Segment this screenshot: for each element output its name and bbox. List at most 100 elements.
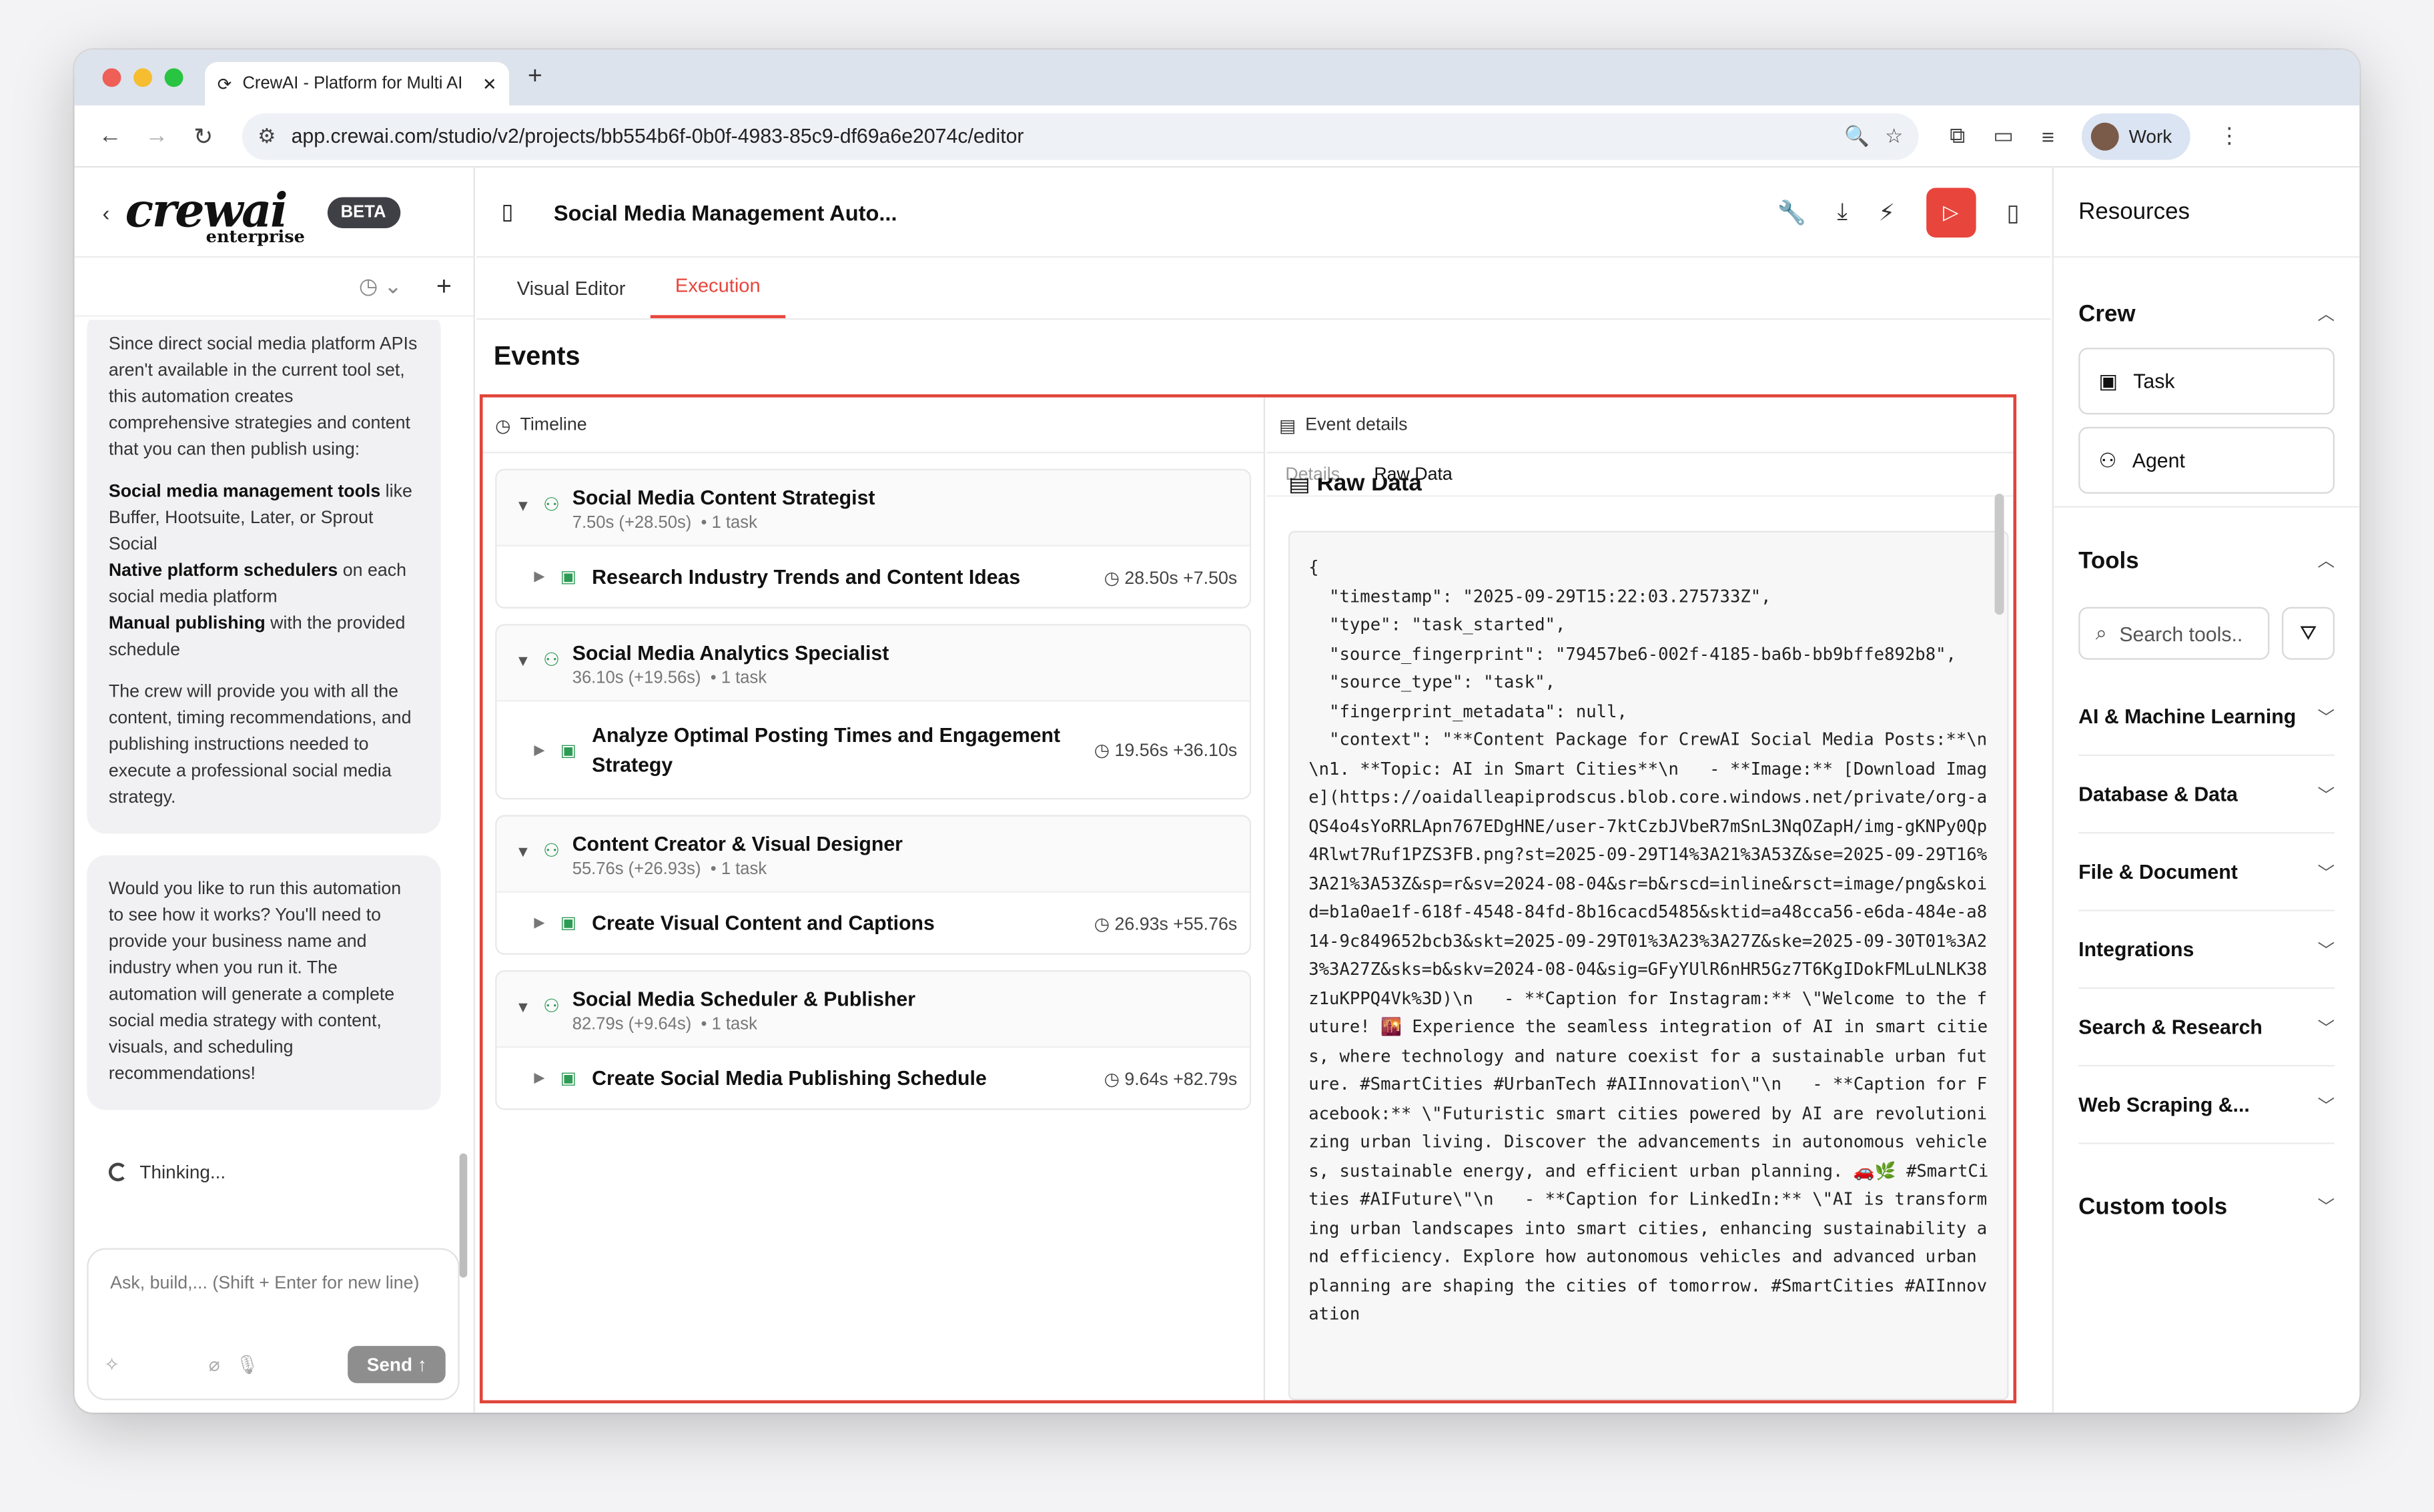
- assistant-message: Since direct social media platform APIs …: [87, 320, 441, 834]
- download-icon[interactable]: ⤓: [1838, 199, 1848, 226]
- agent-name: Social Media Content Strategist: [572, 486, 875, 510]
- history-icon[interactable]: ◷ ⌄: [359, 273, 402, 300]
- extensions-icon[interactable]: ⧉: [1950, 123, 1965, 149]
- reload-icon[interactable]: ↻: [180, 122, 227, 150]
- reading-list-icon[interactable]: ≡: [2042, 123, 2054, 148]
- zoom-icon[interactable]: 🔍: [1844, 123, 1870, 148]
- agent-card[interactable]: ⚇ Agent: [2078, 426, 2335, 494]
- message-text: Would you like to run this automation to…: [108, 880, 402, 1084]
- search-tools-input[interactable]: ⌕ Search tools..: [2078, 607, 2270, 660]
- task-time: ◷ 19.56s +36.10s: [1094, 742, 1238, 761]
- chevron-up-icon: ︿: [2317, 306, 2335, 325]
- sparkle-icon[interactable]: ✧: [104, 1354, 119, 1376]
- close-tab-icon[interactable]: ✕: [482, 74, 496, 94]
- expand-triangle-icon[interactable]: ▶: [534, 914, 544, 931]
- chevron-down-icon: ﹀: [2317, 1019, 2335, 1038]
- collapse-triangle-icon[interactable]: ▼: [515, 1000, 530, 1034]
- crew-section-header[interactable]: Crew ︿: [2054, 280, 2359, 348]
- agent-time: 36.10s (+19.56s): [572, 669, 701, 688]
- tool-category[interactable]: File & Document ﹀: [2078, 833, 2335, 911]
- filter-icon[interactable]: ⛛: [2281, 607, 2335, 660]
- chat-input[interactable]: Ask, build,... (Shift + Enter for new li…: [87, 1248, 460, 1401]
- agent-name: Social Media Scheduler & Publisher: [572, 987, 916, 1011]
- new-tab-icon[interactable]: +: [528, 63, 542, 91]
- tool-category[interactable]: Database & Data ﹀: [2078, 756, 2335, 834]
- profile-button[interactable]: Work: [2082, 112, 2191, 159]
- search-tools-placeholder: Search tools..: [2119, 621, 2243, 645]
- tool-category[interactable]: Search & Research ﹀: [2078, 989, 2335, 1067]
- clipboard-icon: ▣: [560, 914, 576, 933]
- message-bold: Social media management tools: [108, 482, 381, 502]
- lightning-icon[interactable]: ⚡: [1879, 198, 1896, 226]
- details-scrollbar[interactable]: [1994, 493, 2004, 615]
- chevron-down-icon: ﹀: [2317, 1096, 2335, 1116]
- timeline-agent[interactable]: ▼ ⚇ Social Media Analytics Specialist 36…: [495, 624, 1252, 800]
- raw-data-json[interactable]: { "timestamp": "2025-09-29T15:22:03.2757…: [1288, 530, 2009, 1401]
- collapse-triangle-icon[interactable]: ▼: [515, 845, 530, 879]
- send-button[interactable]: Send ↑: [348, 1346, 446, 1383]
- collapse-triangle-icon[interactable]: ▼: [515, 653, 530, 687]
- tab-visual-editor[interactable]: Visual Editor: [492, 278, 651, 318]
- site-info-icon[interactable]: ⚙: [258, 123, 276, 148]
- app-root: ‹ crewai enterprise BETA ◷ ⌄ + Since dir…: [74, 167, 2360, 1413]
- assistant-message: Would you like to run this automation to…: [87, 855, 441, 1110]
- browser-tab-title: CrewAI - Platform for Multi AI: [242, 74, 463, 93]
- browser-tab[interactable]: ⟳ CrewAI - Platform for Multi AI ✕: [205, 62, 510, 106]
- expand-triangle-icon[interactable]: ▶: [534, 568, 544, 585]
- tool-category[interactable]: Integrations ﹀: [2078, 911, 2335, 989]
- timeline-task[interactable]: ▶ ▣ Analyze Optimal Posting Times and En…: [496, 700, 1250, 798]
- run-button[interactable]: ▷: [1926, 187, 1976, 237]
- microphone-icon[interactable]: 🎙: [236, 1354, 259, 1376]
- chat-scrollbar[interactable]: [459, 1153, 468, 1278]
- browser-toolbar: ← → ↻ ⚙ app.crewai.com/studio/v2/project…: [74, 105, 2360, 168]
- cast-icon[interactable]: ▭: [1993, 123, 2014, 149]
- bookmark-star-icon[interactable]: ☆: [1885, 123, 1903, 148]
- agent-name: Social Media Analytics Specialist: [572, 641, 889, 665]
- thinking-indicator: Thinking...: [108, 1161, 226, 1183]
- tools-section-header[interactable]: Tools ︿: [2054, 526, 2359, 595]
- timeline-agent[interactable]: ▼ ⚇ Social Media Content Strategist 7.50…: [495, 468, 1252, 609]
- task-card[interactable]: ▣ Task: [2078, 348, 2335, 415]
- forward-icon[interactable]: →: [133, 123, 180, 149]
- task-name: Create Social Media Publishing Schedule: [592, 1066, 987, 1090]
- agent-icon: ⚇: [543, 649, 560, 671]
- custom-tools-header[interactable]: Custom tools ﹀: [2054, 1172, 2359, 1240]
- back-icon[interactable]: ←: [87, 123, 133, 149]
- close-window-button[interactable]: [102, 68, 121, 87]
- crewai-favicon-icon: ⟳: [217, 75, 232, 94]
- message-text: The crew will provide you with all the c…: [108, 683, 412, 807]
- chevron-down-icon: ﹀: [2317, 863, 2335, 883]
- expand-triangle-icon[interactable]: ▶: [534, 1070, 544, 1087]
- timeline-task[interactable]: ▶ ▣ Research Industry Trends and Content…: [496, 544, 1250, 607]
- tool-category[interactable]: AI & Machine Learning ﹀: [2078, 679, 2335, 757]
- collapse-sidebar-icon[interactable]: ‹: [103, 200, 110, 224]
- resources-title: Resources: [2053, 167, 2360, 258]
- collapse-triangle-icon[interactable]: ▼: [515, 498, 530, 532]
- crewai-logo: crewai enterprise: [125, 183, 305, 246]
- tool-category[interactable]: Web Scraping &... ﹀: [2078, 1066, 2335, 1144]
- clipboard-icon: ▣: [2098, 368, 2118, 392]
- browser-menu-icon[interactable]: ⋮: [2218, 123, 2241, 149]
- timeline-task[interactable]: ▶ ▣ Create Social Media Publishing Sched…: [496, 1046, 1250, 1109]
- main-area: ▯ Social Media Management Auto... 🔧 ⤓ ⚡ …: [476, 167, 2051, 1413]
- minimize-window-button[interactable]: [133, 68, 152, 87]
- tab-execution[interactable]: Execution: [650, 275, 785, 318]
- toggle-resources-icon[interactable]: ▯: [2007, 198, 2020, 226]
- timeline-agent[interactable]: ▼ ⚇ Content Creator & Visual Designer 55…: [495, 815, 1252, 955]
- beta-badge: BETA: [326, 196, 400, 228]
- chevron-down-icon: ﹀: [2317, 709, 2335, 727]
- timeline-agent[interactable]: ▼ ⚇ Social Media Scheduler & Publisher 8…: [495, 970, 1252, 1110]
- event-details-panel: ▤ Event details Details Raw Data ▤ Raw D…: [1266, 398, 2014, 1401]
- clipboard-icon: ▣: [560, 741, 576, 760]
- expand-triangle-icon[interactable]: ▶: [534, 741, 544, 759]
- attach-icon[interactable]: ⌀: [209, 1354, 220, 1376]
- new-chat-icon[interactable]: +: [436, 271, 452, 302]
- timeline-task[interactable]: ▶ ▣ Create Visual Content and Captions ◷…: [496, 891, 1250, 954]
- chevron-up-icon: ︿: [2317, 552, 2335, 572]
- toggle-panel-icon[interactable]: ▯: [501, 199, 513, 226]
- agent-name: Content Creator & Visual Designer: [572, 832, 903, 855]
- wrench-icon[interactable]: 🔧: [1777, 198, 1806, 226]
- maximize-window-button[interactable]: [164, 68, 183, 87]
- address-bar[interactable]: ⚙ app.crewai.com/studio/v2/projects/bb55…: [242, 112, 1919, 159]
- agent-task-count: 1 task: [711, 514, 757, 532]
